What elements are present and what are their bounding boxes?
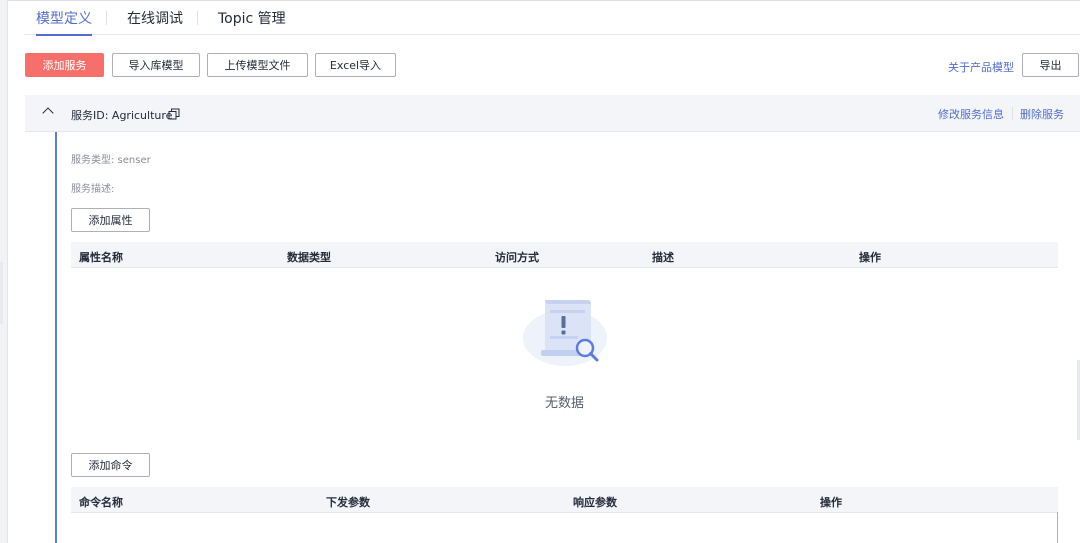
import-library-model-button[interactable]: 导入库模型: [112, 53, 200, 77]
service-id-label: 服务ID: Agriculture: [71, 109, 173, 122]
left-scroll-strip: [0, 0, 8, 543]
copy-icon[interactable]: [168, 108, 180, 120]
column-header: 操作: [859, 251, 881, 264]
chevron-up-icon[interactable]: [42, 107, 54, 119]
service-type-label: 服务类型: senser: [71, 155, 151, 166]
export-button[interactable]: 导出: [1022, 53, 1079, 77]
column-header: 描述: [652, 251, 674, 264]
tab-bar: 模型定义 在线调试 Topic 管理: [24, 0, 1080, 36]
column-header: 属性名称: [79, 251, 123, 264]
empty-state-text: 无数据: [544, 396, 584, 411]
tab-online-debug[interactable]: 在线调试: [127, 8, 183, 35]
link-divider: [1012, 107, 1013, 120]
service-description-label: 服务描述:: [71, 184, 115, 195]
empty-state: 无数据: [71, 268, 1058, 418]
service-body-accent-line: [55, 132, 57, 543]
column-header: 下发参数: [326, 496, 370, 509]
command-table-body: [71, 512, 1058, 543]
column-header: 操作: [820, 496, 842, 509]
tab-divider: [106, 11, 107, 25]
property-table-header: 属性名称 数据类型 访问方式 描述 操作: [71, 242, 1058, 268]
delete-service-link[interactable]: 删除服务: [1020, 106, 1064, 122]
add-property-button[interactable]: 添加属性: [71, 208, 150, 232]
excel-import-button[interactable]: Excel导入: [315, 53, 396, 77]
service-header: 服务ID: Agriculture 修改服务信息 删除服务: [25, 95, 1080, 132]
column-header: 命令名称: [79, 496, 123, 509]
upload-model-file-button[interactable]: 上传模型文件: [207, 53, 308, 77]
command-table-header: 命令名称 下发参数 响应参数 操作: [71, 487, 1058, 513]
column-header: 数据类型: [287, 251, 331, 264]
add-service-button[interactable]: 添加服务: [25, 53, 104, 77]
edit-service-info-link[interactable]: 修改服务信息: [938, 106, 1004, 122]
tab-divider: [197, 11, 198, 25]
collapse-handle[interactable]: [0, 262, 3, 324]
about-product-model-link[interactable]: 关于产品模型: [948, 59, 1014, 75]
tab-model-definition[interactable]: 模型定义: [36, 8, 92, 36]
column-header: 响应参数: [573, 496, 617, 509]
no-data-icon: [523, 300, 607, 366]
column-header: 访问方式: [495, 251, 539, 264]
tab-topic-management[interactable]: Topic 管理: [218, 8, 286, 35]
add-command-button[interactable]: 添加命令: [71, 453, 150, 477]
